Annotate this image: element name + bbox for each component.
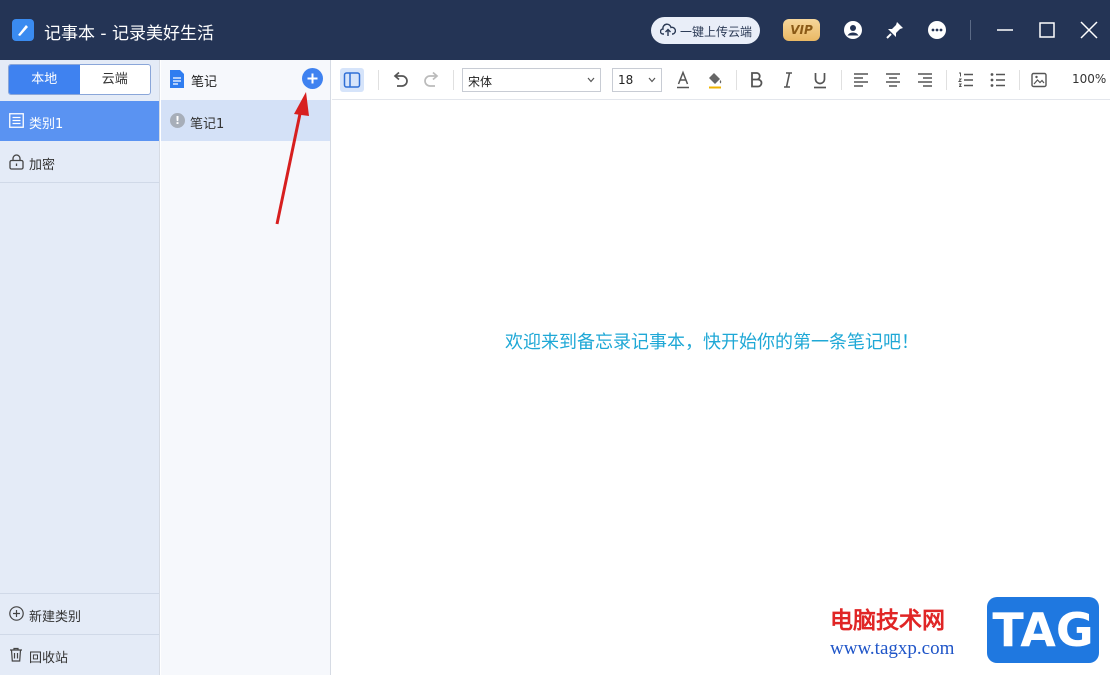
redo-button[interactable]: [420, 68, 444, 92]
numbered-list-icon: [957, 72, 973, 87]
undo-icon: [393, 71, 408, 87]
trash-icon: [10, 647, 22, 662]
titlebar-divider: [970, 20, 971, 40]
note-item-title: 笔记1: [190, 117, 225, 132]
bullet-list-button[interactable]: [986, 68, 1010, 92]
title-bar: 记事本 - 记录美好生活 一键上传云端 VIP: [0, 0, 1110, 60]
editor-panel: 宋体 18 100% 欢迎来到备忘录记事本，快开始你的第一条笔记吧！: [332, 60, 1110, 675]
plus-icon: [307, 73, 318, 84]
user-icon[interactable]: [843, 20, 863, 40]
category-sidebar: 本地 云端 类别1 加密 新建类别 回收站: [0, 60, 160, 675]
upload-cloud-button[interactable]: 一键上传云端: [651, 17, 760, 44]
underline-icon: [814, 73, 826, 89]
bold-icon: [751, 72, 763, 88]
font-size-value: 18: [618, 73, 634, 87]
window-title: 记事本 - 记录美好生活: [44, 24, 214, 44]
maximize-icon[interactable]: [1037, 20, 1057, 40]
chevron-down-icon: [648, 77, 656, 83]
category-item-encrypted[interactable]: 加密: [0, 142, 159, 182]
note-list-panel: 笔记 ! 笔记1: [161, 60, 331, 675]
upload-cloud-label: 一键上传云端: [680, 25, 753, 39]
font-size-select[interactable]: 18: [612, 68, 662, 92]
bold-button[interactable]: [744, 68, 768, 92]
recycle-bin-button[interactable]: 回收站: [0, 635, 159, 675]
align-center-button[interactable]: [881, 68, 905, 92]
font-family-select[interactable]: 宋体: [462, 68, 601, 92]
highlight-button[interactable]: [703, 68, 727, 92]
toolbar-divider: [378, 70, 379, 90]
insert-image-button[interactable]: [1027, 68, 1051, 92]
align-right-button[interactable]: [913, 68, 937, 92]
numbered-list-button[interactable]: [954, 68, 978, 92]
watermark-url: www.tagxp.com: [830, 638, 955, 659]
bullet-list-icon: [990, 73, 1005, 87]
cloud-upload-icon: [660, 23, 676, 36]
redo-icon: [424, 71, 439, 87]
category-label: 加密: [29, 158, 56, 173]
new-category-button[interactable]: 新建类别: [0, 594, 159, 634]
undo-button[interactable]: [388, 68, 412, 92]
toolbar-divider: [946, 70, 947, 90]
more-icon[interactable]: [927, 20, 947, 40]
tab-local[interactable]: 本地: [9, 65, 80, 94]
category-divider: [0, 182, 159, 183]
note-file-icon: [170, 70, 184, 88]
category-item-1[interactable]: 类别1: [0, 101, 159, 141]
image-icon: [1031, 72, 1047, 88]
storage-toggle: 本地 云端: [8, 64, 151, 95]
toggle-sidebar-button[interactable]: [340, 68, 364, 92]
recycle-bin-label: 回收站: [29, 651, 69, 666]
tab-cloud[interactable]: 云端: [80, 65, 151, 94]
zoom-level[interactable]: 100%: [1072, 72, 1106, 86]
category-label: 类别1: [29, 117, 64, 132]
note-list-title: 笔记: [191, 75, 218, 90]
app-logo-icon: [12, 19, 34, 41]
format-toolbar: 宋体 18 100%: [332, 60, 1110, 100]
toolbar-divider: [1019, 70, 1020, 90]
toolbar-divider: [841, 70, 842, 90]
lock-icon: [9, 154, 24, 170]
pin-icon[interactable]: [885, 20, 905, 40]
list-icon: [9, 113, 24, 128]
paint-bucket-icon: [709, 73, 722, 89]
align-left-icon: [854, 73, 868, 87]
new-category-label: 新建类别: [29, 610, 82, 625]
underline-button[interactable]: [808, 68, 832, 92]
warning-icon: !: [170, 113, 185, 128]
font-color-button[interactable]: [671, 68, 695, 92]
align-center-icon: [886, 73, 900, 87]
vip-badge[interactable]: VIP: [783, 19, 820, 41]
toolbar-divider: [453, 70, 454, 90]
add-circle-icon: [9, 606, 24, 621]
sidebar-panel-icon: [343, 72, 361, 88]
chevron-down-icon: [587, 77, 595, 83]
note-list-item[interactable]: ! 笔记1: [161, 100, 330, 141]
add-note-button[interactable]: [302, 68, 323, 89]
toolbar-divider: [736, 70, 737, 90]
watermark-tag-logo: TAG: [987, 597, 1099, 663]
watermark-site-name: 电脑技术网: [830, 608, 945, 634]
close-icon[interactable]: [1079, 20, 1099, 40]
align-right-icon: [918, 73, 932, 87]
welcome-message: 欢迎来到备忘录记事本，快开始你的第一条笔记吧！: [505, 332, 919, 353]
italic-button[interactable]: [776, 68, 800, 92]
italic-icon: [784, 72, 792, 88]
align-left-button[interactable]: [849, 68, 873, 92]
font-family-value: 宋体: [468, 75, 493, 89]
note-list-header: 笔记: [161, 60, 330, 100]
font-color-icon: [677, 70, 689, 89]
minimize-icon[interactable]: [995, 20, 1015, 40]
